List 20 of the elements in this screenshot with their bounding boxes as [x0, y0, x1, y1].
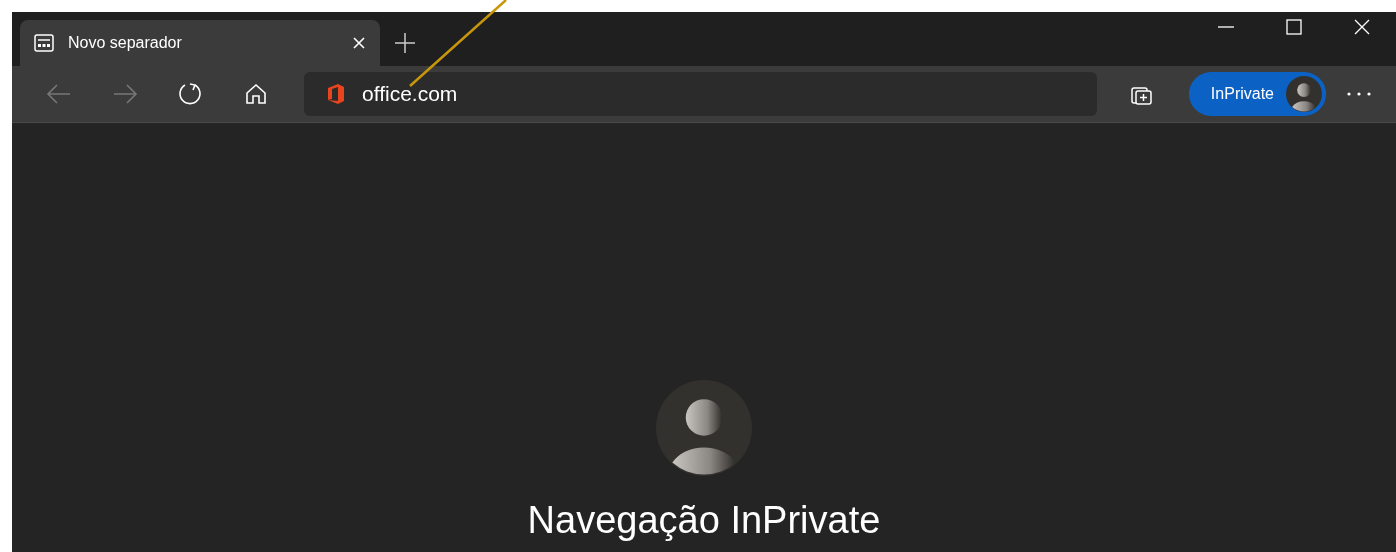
avatar-icon — [656, 380, 752, 477]
forward-arrow-icon — [112, 82, 138, 106]
maximize-icon — [1286, 19, 1302, 35]
tab-title: Novo separador — [68, 33, 183, 53]
close-tab-button[interactable] — [352, 36, 366, 50]
page-icon — [34, 34, 54, 52]
page-heading: Navegação InPrivate — [527, 500, 881, 542]
address-bar[interactable]: office.com — [304, 72, 1097, 116]
address-field[interactable]: office.com — [362, 78, 1097, 110]
more-icon — [1347, 92, 1371, 96]
office-logo-icon — [326, 84, 344, 104]
inprivate-button[interactable]: InPrivate — [1188, 72, 1326, 116]
close-icon — [1354, 19, 1370, 35]
close-icon — [352, 36, 366, 50]
browser-tab[interactable]: Novo separador — [20, 20, 380, 66]
refresh-icon — [178, 82, 204, 106]
avatar-icon — [1286, 76, 1322, 112]
plus-icon — [395, 33, 415, 53]
back-arrow-icon — [46, 82, 72, 106]
minimize-icon — [1218, 26, 1234, 28]
